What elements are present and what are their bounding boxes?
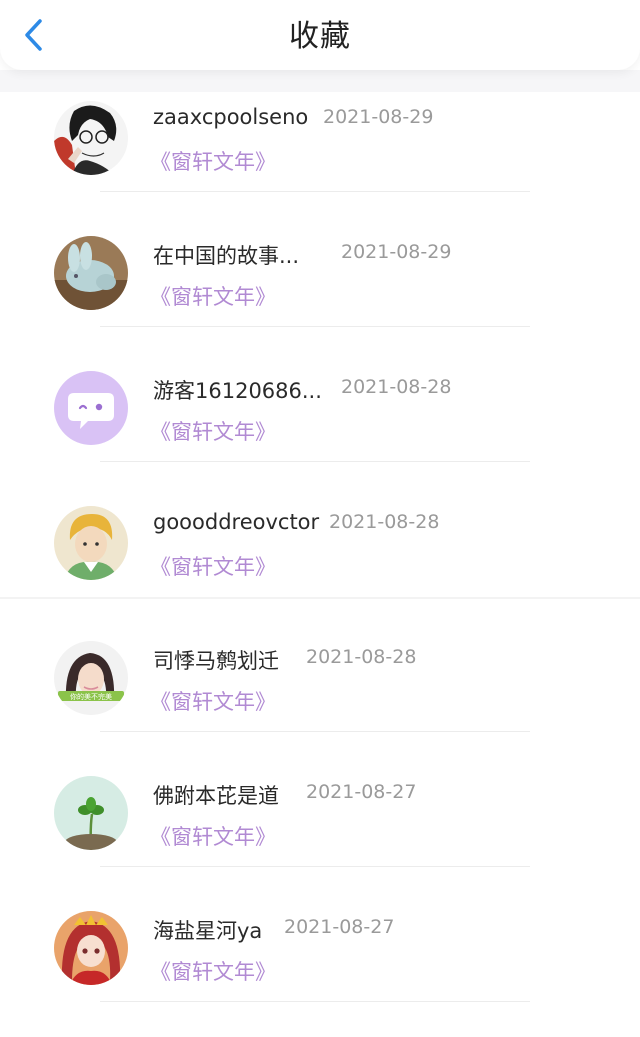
item-divider — [100, 461, 530, 462]
username: 在中国的故事... — [153, 244, 300, 268]
book-title-link[interactable]: 《窗轩文年》 — [150, 821, 276, 851]
item-divider — [100, 326, 530, 327]
list-item[interactable]: 佛跗本芘是道 2021-08-27 《窗轩文年》 — [0, 767, 640, 902]
avatar-caption: 你的美不完美 — [70, 692, 112, 701]
collect-date: 2021-08-27 — [284, 916, 395, 938]
collect-date: 2021-08-29 — [341, 241, 452, 263]
page-title: 收藏 — [289, 19, 351, 54]
username: goooddreovctor — [153, 510, 320, 534]
book-title-link[interactable]: 《窗轩文年》 — [150, 416, 276, 446]
collect-date: 2021-08-29 — [323, 106, 434, 128]
username: zaaxcpoolseno — [153, 105, 309, 129]
username: 司悸马鹩划迁 — [153, 649, 279, 673]
item-divider — [100, 731, 530, 732]
collect-date: 2021-08-28 — [341, 376, 452, 398]
book-title-link[interactable]: 《窗轩文年》 — [150, 956, 276, 986]
list-item[interactable]: 海盐星河ya 2021-08-27 《窗轩文年》 — [0, 902, 640, 1037]
book-title-link[interactable]: 《窗轩文年》 — [150, 146, 276, 176]
item-divider — [100, 191, 530, 192]
collect-date: 2021-08-28 — [329, 511, 440, 533]
collect-date: 2021-08-28 — [306, 646, 417, 668]
user-avatar[interactable] — [54, 101, 128, 175]
header-bar: 收藏 — [0, 0, 640, 70]
list-item[interactable]: goooddreovctor 2021-08-28 《窗轩文年》 — [0, 497, 640, 632]
section-divider — [0, 597, 640, 599]
user-avatar[interactable] — [54, 371, 128, 445]
book-title-link[interactable]: 《窗轩文年》 — [150, 281, 276, 311]
book-title-link[interactable]: 《窗轩文年》 — [150, 686, 276, 716]
username: 游客16120686... — [153, 379, 322, 403]
list-item[interactable]: 游客16120686... 2021-08-28 《窗轩文年》 — [0, 362, 640, 497]
user-avatar[interactable] — [54, 911, 128, 985]
collect-date: 2021-08-27 — [306, 781, 417, 803]
user-avatar[interactable]: 你的美不完美 — [54, 641, 128, 715]
favorites-list: zaaxcpoolseno 2021-08-29 《窗轩文年》 在中国的故事..… — [0, 92, 640, 1037]
item-divider — [100, 866, 530, 867]
item-divider — [100, 1001, 530, 1002]
list-item[interactable]: 你的美不完美 司悸马鹩划迁 2021-08-28 《窗轩文年》 — [0, 632, 640, 767]
username: 海盐星河ya — [153, 919, 263, 943]
username: 佛跗本芘是道 — [153, 784, 279, 808]
list-item[interactable]: 在中国的故事... 2021-08-29 《窗轩文年》 — [0, 227, 640, 362]
list-item[interactable]: zaaxcpoolseno 2021-08-29 《窗轩文年》 — [0, 92, 640, 227]
user-avatar[interactable] — [54, 506, 128, 580]
user-avatar[interactable] — [54, 236, 128, 310]
book-title-link[interactable]: 《窗轩文年》 — [150, 551, 276, 581]
user-avatar[interactable] — [54, 776, 128, 850]
